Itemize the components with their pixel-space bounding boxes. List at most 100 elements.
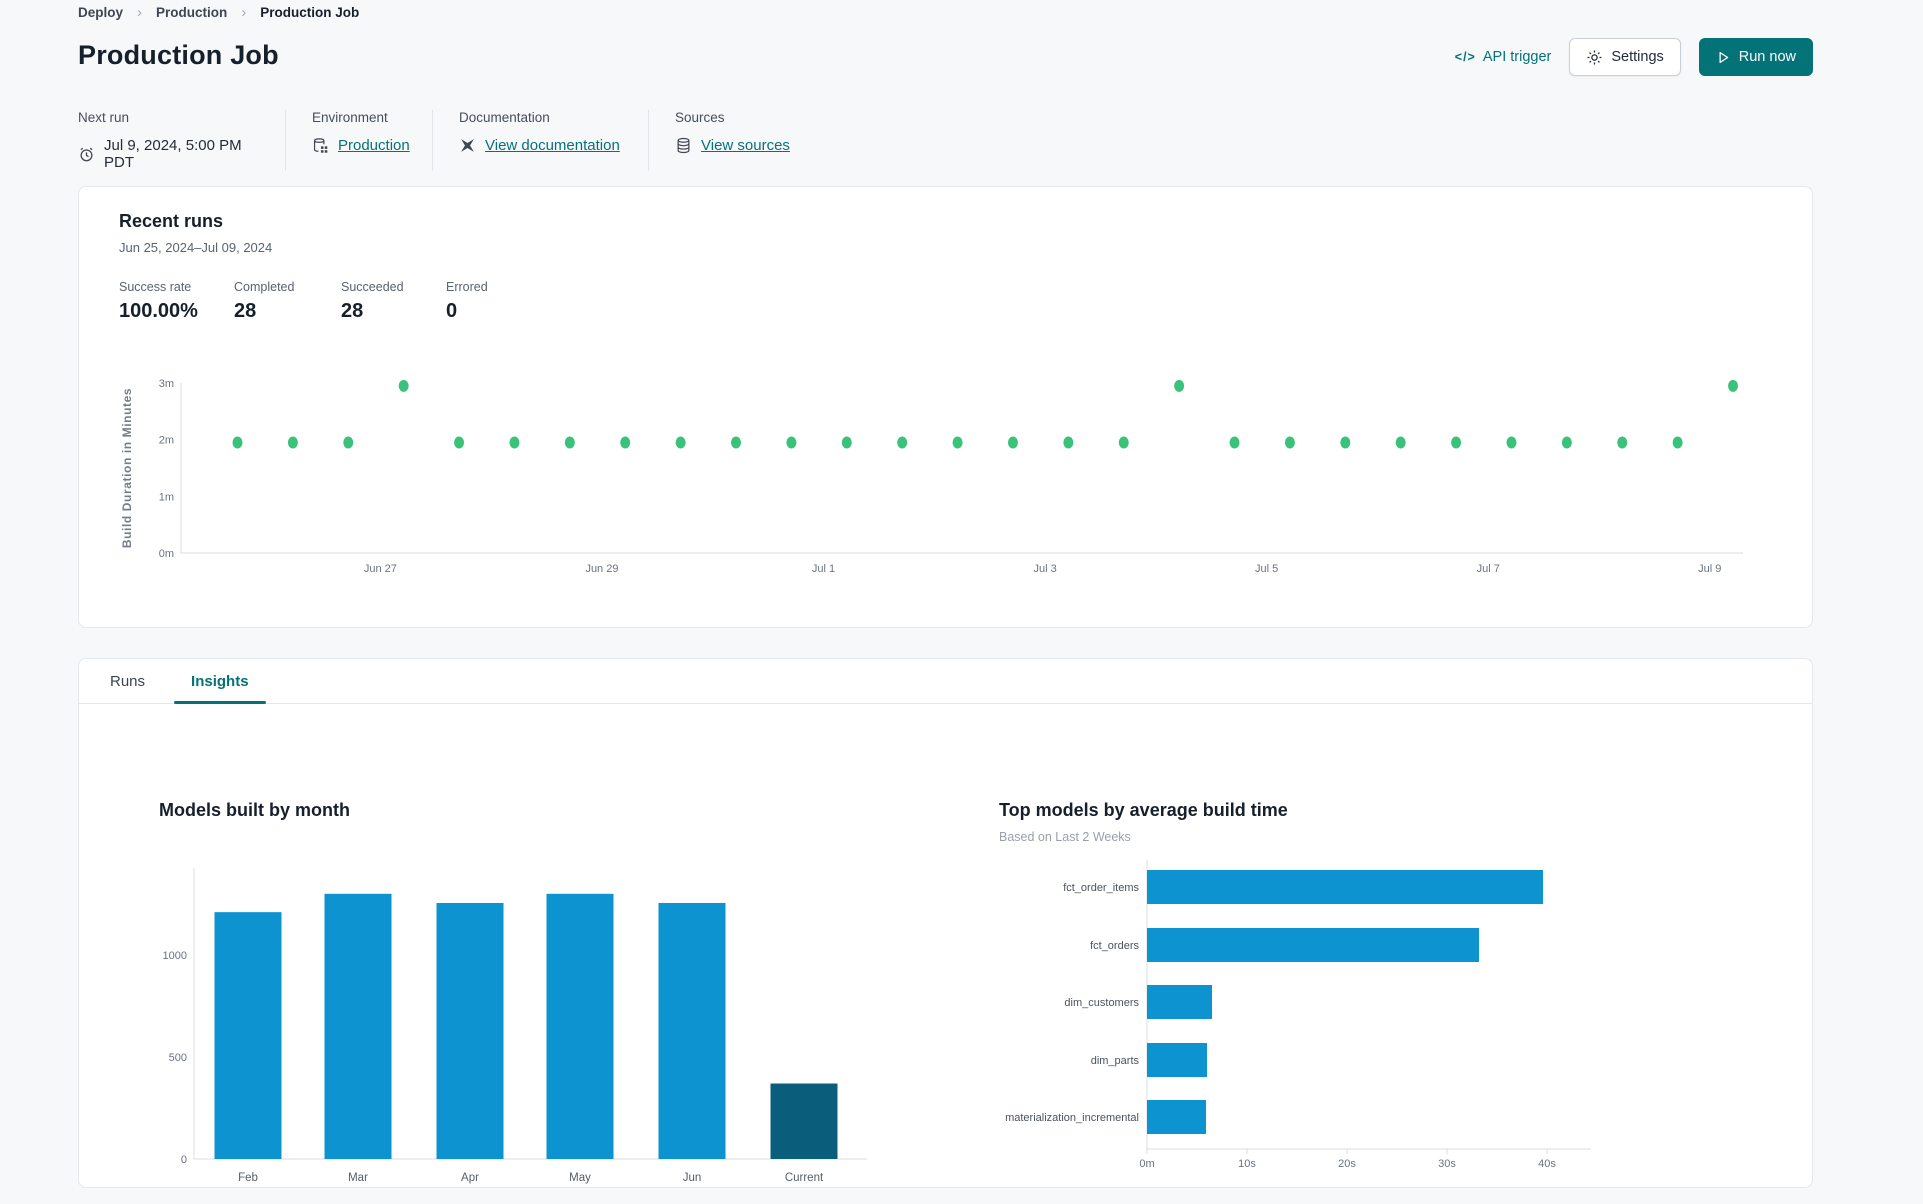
build-duration-scatter-chart: 0m 1m 2m 3m Jun 27 Jun 29 Jul 1 Jul 3 Jul 5 Jul 7… [120, 378, 1743, 575]
recent-runs-stats: Success rate 100.00% Completed 28 Succee… [119, 280, 546, 323]
run-point[interactable] [1451, 436, 1462, 449]
month-bar[interactable] [770, 1083, 838, 1159]
month-bar[interactable] [324, 893, 392, 1159]
top-models-hbar-chart: 0m 10s 20s 30s 40s fct_order_items fct_ordersd… [1005, 860, 1591, 1170]
stat-completed: Completed 28 [234, 280, 341, 323]
tab-runs[interactable]: Runs [87, 659, 168, 703]
run-point[interactable] [1284, 436, 1295, 449]
x-axis-tick: 40s [1538, 1158, 1556, 1170]
run-point[interactable] [287, 436, 298, 449]
run-point[interactable] [1728, 379, 1739, 392]
x-axis-category: Jun [683, 1172, 702, 1184]
play-icon [1716, 50, 1731, 65]
breadcrumb-production[interactable]: Production [156, 5, 227, 20]
alarm-clock-icon [78, 146, 95, 163]
meta-next-run: Next run Jul 9, 2024, 5:00 PM PDT [78, 110, 285, 171]
chevron-right-icon: › [137, 4, 143, 21]
run-point[interactable] [1118, 436, 1129, 449]
environment-icon [312, 137, 329, 154]
stat-succeeded: Succeeded 28 [341, 280, 446, 323]
x-axis-category: Feb [238, 1172, 258, 1184]
stat-value: 0 [446, 300, 458, 322]
run-point[interactable] [897, 436, 908, 449]
settings-button[interactable]: Settings [1569, 38, 1681, 76]
model-bar[interactable] [1147, 985, 1212, 1019]
run-point[interactable] [1007, 436, 1018, 449]
top-models-subtitle: Based on Last 2 Weeks [999, 830, 1131, 844]
breadcrumb: Deploy › Production › Production Job [78, 4, 359, 21]
tab-bar: Runs Insights [79, 659, 1812, 704]
api-trigger-link[interactable]: </> API trigger [1455, 49, 1552, 65]
model-bar[interactable] [1147, 1043, 1207, 1077]
stat-value: 28 [341, 300, 364, 322]
recent-runs-card: Recent runs Jun 25, 2024–Jul 09, 2024 Su… [78, 186, 1813, 628]
run-point[interactable] [454, 436, 465, 449]
model-label: fct_order_items [1063, 882, 1139, 894]
gear-icon [1586, 49, 1603, 66]
code-icon: </> [1454, 50, 1476, 64]
view-sources-link[interactable]: View sources [701, 137, 790, 154]
run-point[interactable] [675, 436, 686, 449]
run-point[interactable] [731, 436, 742, 449]
stat-value: 100.00% [119, 300, 198, 322]
month-bar[interactable] [214, 912, 282, 1159]
run-point[interactable] [1340, 436, 1351, 449]
run-point[interactable] [1063, 436, 1074, 449]
y-axis-tick: 2m [159, 435, 174, 447]
stat-success-rate: Success rate 100.00% [119, 280, 234, 323]
production-job-page: Deploy › Production › Production Job Pro… [0, 0, 1923, 1197]
recent-runs-date-range: Jun 25, 2024–Jul 09, 2024 [119, 240, 273, 255]
stat-value: 28 [234, 300, 257, 322]
model-bar[interactable] [1147, 1100, 1206, 1134]
run-point[interactable] [786, 436, 797, 449]
x-axis-tick: 10s [1238, 1158, 1256, 1170]
run-point[interactable] [343, 436, 354, 449]
x-axis-tick: Jul 3 [1033, 563, 1056, 575]
run-point[interactable] [232, 436, 243, 449]
breadcrumb-production-job: Production Job [260, 5, 360, 20]
month-bar[interactable] [546, 893, 614, 1159]
run-point[interactable] [1174, 379, 1185, 392]
run-now-button[interactable]: Run now [1698, 38, 1813, 76]
model-label: dim_parts [1091, 1055, 1140, 1067]
run-point[interactable] [1617, 436, 1628, 449]
top-models-title: Top models by average build time [999, 800, 1288, 820]
breadcrumb-deploy[interactable]: Deploy [78, 5, 123, 20]
chevron-right-icon: › [241, 4, 247, 21]
month-bar[interactable] [658, 902, 726, 1159]
meta-label: Next run [78, 110, 130, 125]
meta-label: Sources [675, 110, 725, 125]
environment-link[interactable]: Production [338, 137, 410, 154]
tab-insights[interactable]: Insights [168, 659, 272, 704]
run-point[interactable] [620, 436, 631, 449]
insights-card: Runs Insights Models built by month Top … [78, 658, 1813, 1188]
run-point[interactable] [1561, 436, 1572, 449]
meta-label: Documentation [459, 110, 550, 125]
run-point[interactable] [841, 436, 852, 449]
run-point[interactable] [398, 379, 409, 392]
run-point[interactable] [1506, 436, 1517, 449]
x-axis-category: May [569, 1172, 591, 1184]
run-point[interactable] [509, 436, 520, 449]
meta-sources: Sources View sources [675, 110, 816, 171]
divider [648, 110, 649, 171]
model-bar[interactable] [1147, 928, 1479, 962]
x-axis-tick: Jul 1 [812, 563, 835, 575]
meta-label: Environment [312, 110, 388, 125]
run-point[interactable] [1395, 436, 1406, 449]
y-axis-tick: 1m [159, 491, 174, 503]
month-bar[interactable] [436, 902, 504, 1159]
run-point[interactable] [564, 436, 575, 449]
models-by-month-bar-chart: 0 500 1000 Feb Mar Apr May Jun Current [163, 868, 867, 1184]
x-axis-tick: 0m [1139, 1158, 1154, 1170]
x-axis-tick: 30s [1438, 1158, 1456, 1170]
y-axis-tick: 500 [169, 1052, 187, 1064]
model-bar[interactable] [1147, 870, 1543, 904]
run-point[interactable] [952, 436, 963, 449]
run-point[interactable] [1672, 436, 1683, 449]
settings-label: Settings [1611, 49, 1664, 65]
insights-content: Models built by month Top models by aver… [79, 704, 1812, 1187]
meta-environment: Environment Production [312, 110, 432, 171]
view-documentation-link[interactable]: View documentation [485, 137, 620, 154]
run-point[interactable] [1229, 436, 1240, 449]
